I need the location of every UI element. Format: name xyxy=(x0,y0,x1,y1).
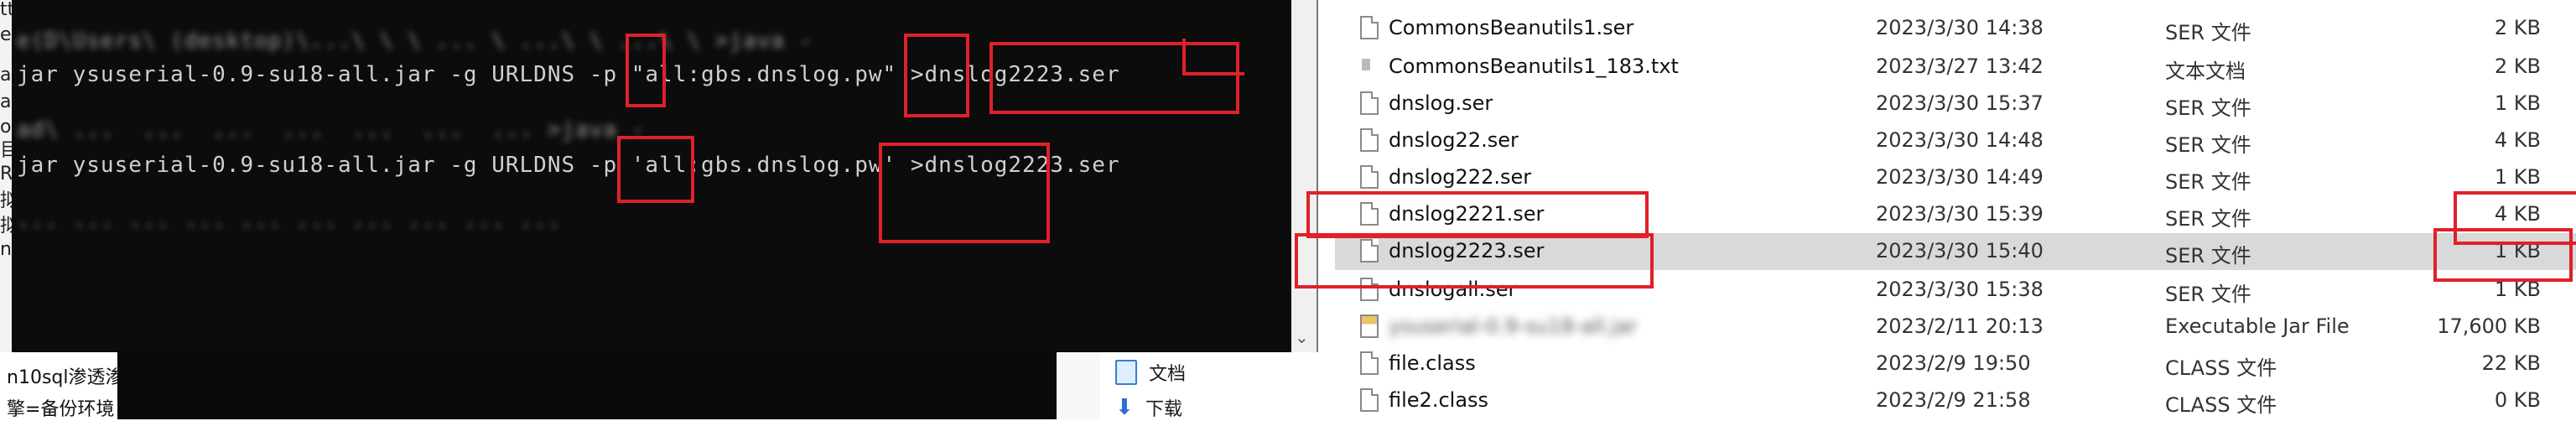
scroll-down-icon[interactable]: ⌄ xyxy=(1295,327,1309,347)
file-type: SER 文件 xyxy=(2165,133,2251,157)
file-date: 2023/3/30 15:38 xyxy=(1876,278,2044,301)
terminal-line: ... ... ... ... ... ... ... ... ... ... xyxy=(17,208,562,233)
doc-text: 擎=备份环境 xyxy=(7,399,115,420)
file-type: CLASS 文件 xyxy=(2165,393,2277,417)
file-name: dnslog.ser xyxy=(1389,91,1493,115)
annotation-box xyxy=(904,34,969,117)
table-row-partial[interactable] xyxy=(1335,0,2576,2)
file-type: 文本文档 xyxy=(2165,60,2246,83)
file-icon xyxy=(1360,91,1379,115)
file-date: 2023/3/30 14:49 xyxy=(1876,165,2044,189)
file-icon xyxy=(1360,351,1379,375)
nav-item-label: 文档 xyxy=(1149,364,1187,385)
table-row[interactable]: file.class 2023/2/9 19:50 CLASS 文件 22 KB xyxy=(1335,346,2576,382)
table-row[interactable]: dnslog22.ser 2023/3/30 14:48 SER 文件 4 KB xyxy=(1335,122,2576,159)
annotation-box xyxy=(1295,233,1654,288)
table-row[interactable]: dnslog.ser 2023/3/30 15:37 SER 文件 1 KB xyxy=(1335,86,2576,122)
file-type: SER 文件 xyxy=(2165,21,2251,44)
table-row[interactable]: CommonsBeanutils1_183.txt 2023/3/27 13:4… xyxy=(1335,49,2576,86)
nav-item-label: 下载 xyxy=(1145,399,1183,420)
jar-file-icon xyxy=(1360,314,1379,338)
table-row[interactable]: ysuserial-0.9-su18-all.jar 2023/2/11 20:… xyxy=(1335,309,2576,346)
file-icon xyxy=(1360,16,1379,39)
file-name: file2.class xyxy=(1389,388,1489,412)
file-name: CommonsBeanutils1_183.txt xyxy=(1389,55,1679,78)
file-date: 2023/2/9 19:50 xyxy=(1876,351,2031,375)
annotation-box xyxy=(1182,39,1244,75)
background-document: n10sql渗透渗 擎=备份环境 xyxy=(0,352,123,420)
nav-item-downloads[interactable]: ⬇ 下载 xyxy=(1115,394,1182,421)
file-icon xyxy=(1360,128,1379,152)
background-window xyxy=(117,352,1057,419)
file-date: 2023/3/30 15:39 xyxy=(1876,202,2044,226)
table-row[interactable]: file2.class 2023/2/9 21:58 CLASS 文件 0 KB xyxy=(1335,382,2576,419)
annotation-box xyxy=(617,136,694,203)
terminal-scrollbar[interactable]: ⌄ xyxy=(1291,0,1317,352)
file-type: SER 文件 xyxy=(2165,244,2251,268)
annotation-box xyxy=(626,34,666,107)
file-date: 2023/3/30 14:48 xyxy=(1876,128,2044,152)
file-type: Executable Jar File xyxy=(2165,314,2350,338)
file-size: 0 KB xyxy=(2494,388,2541,412)
window-gap xyxy=(1057,352,1100,419)
doc-fragment: R xyxy=(0,164,13,185)
terminal-line: ad\ ... ... ... ... ... ... ... >java - xyxy=(17,117,646,143)
download-icon: ⬇ xyxy=(1115,395,1134,420)
table-row[interactable]: CommonsBeanutils1.ser 2023/3/30 14:38 SE… xyxy=(1335,10,2576,47)
file-date: 2023/2/9 21:58 xyxy=(1876,388,2031,412)
file-date: 2023/3/30 14:38 xyxy=(1876,16,2044,39)
file-type: SER 文件 xyxy=(2165,96,2251,120)
terminal-line: e(D\Users\ (desktop)\...\ \ \ ... \ ...\… xyxy=(17,29,813,54)
file-name: CommonsBeanutils1.ser xyxy=(1389,16,1634,39)
annotation-box xyxy=(1306,191,1649,238)
file-type: SER 文件 xyxy=(2165,207,2251,231)
file-size: 1 KB xyxy=(2494,91,2541,115)
doc-fragment: o xyxy=(0,117,12,138)
file-size: 1 KB xyxy=(2494,165,2541,189)
file-icon xyxy=(1360,388,1379,412)
file-size: 17,600 KB xyxy=(2437,314,2541,338)
file-name: file.class xyxy=(1389,351,1476,375)
document-folder-icon xyxy=(1115,360,1137,385)
file-type: SER 文件 xyxy=(2165,283,2251,306)
file-size: 2 KB xyxy=(2494,55,2541,78)
explorer-nav-pane: 文档 ⬇ 下载 xyxy=(1100,352,1335,421)
file-date: 2023/2/11 20:13 xyxy=(1876,314,2044,338)
file-date: 2023/3/30 15:37 xyxy=(1876,91,2044,115)
file-size: 22 KB xyxy=(2481,351,2541,375)
doc-text: n10sql渗透渗 xyxy=(7,367,124,388)
file-name: ysuserial-0.9-su18-all.jar xyxy=(1389,314,1638,338)
annotation-box xyxy=(2433,228,2573,282)
terminal-window[interactable]: e(D\Users\ (desktop)\...\ \ \ ... \ ...\… xyxy=(12,0,1318,352)
file-name: dnslog222.ser xyxy=(1389,165,1532,189)
file-size: 2 KB xyxy=(2494,16,2541,39)
file-type: CLASS 文件 xyxy=(2165,356,2277,380)
annotation-box xyxy=(879,143,1050,243)
file-list: CommonsBeanutils1.ser 2023/3/30 14:38 SE… xyxy=(1295,0,2576,419)
file-name: dnslog22.ser xyxy=(1389,128,1519,152)
file-date: 2023/3/27 13:42 xyxy=(1876,55,2044,78)
file-date: 2023/3/30 15:40 xyxy=(1876,239,2044,262)
file-icon xyxy=(1360,165,1379,189)
file-size: 4 KB xyxy=(2494,128,2541,152)
nav-item-documents[interactable]: 文档 xyxy=(1115,359,1186,386)
text-file-icon xyxy=(1362,59,1370,70)
file-type: SER 文件 xyxy=(2165,170,2251,194)
